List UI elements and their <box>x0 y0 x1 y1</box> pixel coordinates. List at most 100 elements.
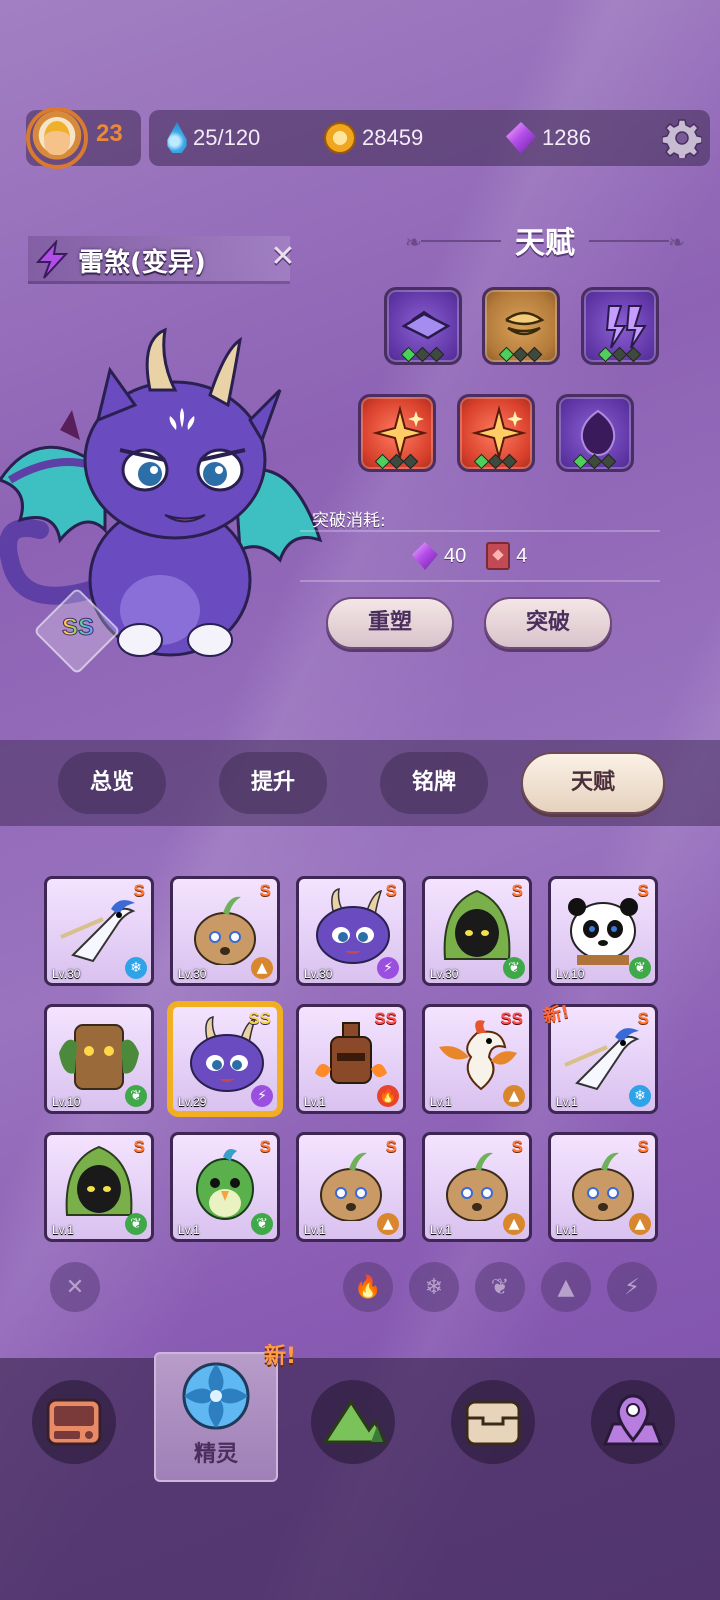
pet-level: Lv.1 <box>430 1095 452 1109</box>
snowflake-icon: ❄ <box>424 1274 444 1300</box>
thunder-element-icon: ⚡ <box>377 957 399 979</box>
nav-device[interactable] <box>32 1380 116 1464</box>
fire-filter-button[interactable]: 🔥 <box>343 1262 393 1312</box>
new-badge: 新! <box>541 1001 572 1028</box>
thunder-filter-button[interactable]: ⚡ <box>607 1262 657 1312</box>
gold-value: 28459 <box>362 125 424 150</box>
talent-slot[interactable] <box>384 287 462 365</box>
reforge-button[interactable]: 重塑 <box>326 597 454 649</box>
pet-level: Lv.1 <box>304 1223 326 1237</box>
lightning-bolt-icon <box>35 240 69 279</box>
pet-level: Lv.1 <box>556 1223 578 1237</box>
pet-card[interactable]: Lv.10 ❦ <box>44 1004 154 1114</box>
pet-card[interactable]: S Lv.1 ▲ <box>422 1132 532 1242</box>
pet-rank: S <box>511 881 523 900</box>
pet-rank: S <box>133 881 145 900</box>
talent-level <box>473 453 518 470</box>
breakthrough-button[interactable]: 突破 <box>484 597 612 649</box>
pet-card[interactable]: SS Lv.1 🔥 <box>296 1004 406 1114</box>
map-pin-icon <box>602 1394 664 1446</box>
talent-level <box>572 453 617 470</box>
pet-tabs: 总览 提升 铭牌 天赋 <box>0 740 720 826</box>
clear-filter-button[interactable]: ✕ <box>50 1262 100 1312</box>
talent-level-pip <box>600 453 617 470</box>
gem-resource[interactable]: 1286 <box>506 118 591 158</box>
tab-nameplate[interactable]: 铭牌 <box>380 752 488 814</box>
grass-element-icon: ❦ <box>125 1213 147 1235</box>
player-profile[interactable]: 23 <box>26 107 141 169</box>
spirit-vortex-icon <box>182 1362 250 1430</box>
talent-slot[interactable] <box>581 287 659 365</box>
pet-potato-portrait <box>572 1152 634 1221</box>
nav-map[interactable] <box>591 1380 675 1464</box>
grass-element-icon: ❦ <box>629 957 651 979</box>
pet-rank: S <box>637 881 649 900</box>
pet-card[interactable]: SS Lv.1 ▲ <box>422 1004 532 1114</box>
cost-gems: 40 <box>444 544 467 567</box>
gem-icon <box>412 542 438 570</box>
talent-level-pip <box>501 453 518 470</box>
pet-name: 雷煞(变异) <box>78 248 206 278</box>
pet-rank: S <box>259 1137 271 1156</box>
talent-slot[interactable] <box>358 394 436 472</box>
player-avatar[interactable] <box>26 107 88 169</box>
gem-value: 1286 <box>542 125 591 150</box>
earth-element-icon: ▲ <box>503 1085 525 1107</box>
earth-element-icon: ▲ <box>503 1213 525 1235</box>
pet-hood-portrait <box>65 1145 133 1216</box>
pet-card[interactable]: S Lv.30 ❄ <box>44 876 154 986</box>
grass-element-icon: ❦ <box>251 1213 273 1235</box>
pet-stump-portrait <box>59 1024 139 1090</box>
pet-name-tag: 雷煞(变异) <box>28 236 290 284</box>
nav-new-badge: 新! <box>264 1344 297 1369</box>
pet-card[interactable]: S Lv.1 ▲ <box>296 1132 406 1242</box>
pet-rank: SS <box>374 1009 397 1028</box>
cost-divider-bottom <box>300 580 660 582</box>
close-icon[interactable]: ✕ <box>268 242 298 272</box>
pet-rank: SS <box>248 1009 271 1028</box>
pet-card[interactable]: S Lv.10 ❦ <box>548 876 658 986</box>
ice-element-icon: ❄ <box>629 1085 651 1107</box>
gold-resource[interactable]: 28459 <box>324 118 423 158</box>
pet-level: Lv.1 <box>430 1223 452 1237</box>
ice-filter-button[interactable]: ❄ <box>409 1262 459 1312</box>
pet-card[interactable]: S Lv.30 ❦ <box>422 876 532 986</box>
nav-spirits[interactable]: 精灵 <box>154 1352 278 1482</box>
pet-potato-portrait <box>320 1152 382 1221</box>
gem-icon <box>506 122 536 154</box>
tab-talent[interactable]: 天赋 <box>521 752 665 814</box>
pet-card[interactable]: S Lv.30 ▲ <box>170 876 280 986</box>
double-bolt-icon <box>605 305 647 349</box>
talent-level-pip <box>526 346 543 363</box>
nav-bag[interactable] <box>451 1380 535 1464</box>
bottom-nav: 精灵 <box>0 1352 720 1600</box>
pet-potato-portrait <box>194 896 256 965</box>
player-level: 23 <box>96 120 123 147</box>
pet-crane-portrait <box>564 1028 640 1091</box>
pet-card[interactable]: S Lv.30 ⚡ <box>296 876 406 986</box>
pet-level: Lv.10 <box>52 1095 81 1109</box>
pet-hood-portrait <box>443 889 511 960</box>
talent-header: ❧ 天赋 ❧ <box>405 218 685 262</box>
tab-overview[interactable]: 总览 <box>58 752 166 814</box>
earth-filter-button[interactable]: ▲ <box>541 1262 591 1312</box>
grass-element-icon: ❦ <box>503 957 525 979</box>
water-resource[interactable]: 25/120 <box>161 118 260 158</box>
grass-filter-button[interactable]: ❦ <box>475 1262 525 1312</box>
thunder-element-icon: ⚡ <box>251 1085 273 1107</box>
pet-card[interactable]: SS Lv.29 ⚡ <box>170 1004 280 1114</box>
pet-card[interactable]: S Lv.1 ▲ <box>548 1132 658 1242</box>
talent-slot[interactable] <box>457 394 535 472</box>
pet-card[interactable]: S Lv.1 ❦ <box>170 1132 280 1242</box>
resource-bar: 25/120 28459 1286 <box>149 110 710 166</box>
talent-slot[interactable] <box>482 287 560 365</box>
tab-upgrade[interactable]: 提升 <box>219 752 327 814</box>
talent-slot[interactable] <box>556 394 634 472</box>
pet-dragon-portrait <box>316 888 390 964</box>
pet-rank: S <box>637 1137 649 1156</box>
nav-spirits-label: 精灵 <box>193 1442 238 1467</box>
nav-explore[interactable] <box>311 1380 395 1464</box>
lightning-icon: ⚡ <box>624 1274 640 1300</box>
settings-button[interactable] <box>660 116 704 160</box>
pet-card[interactable]: S Lv.1 ❦ <box>44 1132 154 1242</box>
